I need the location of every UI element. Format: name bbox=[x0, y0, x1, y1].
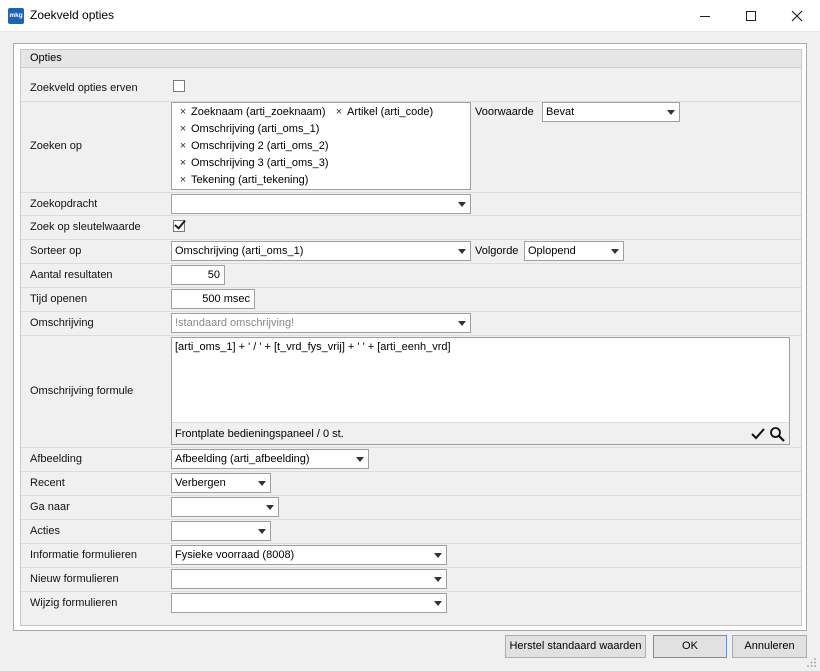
result-count-input[interactable]: 50 bbox=[171, 265, 225, 285]
ok-button[interactable]: OK bbox=[653, 635, 727, 658]
goto-select[interactable] bbox=[171, 497, 279, 517]
chevron-down-icon bbox=[434, 553, 442, 558]
minimize-icon bbox=[700, 15, 710, 17]
sort-select[interactable]: Omschrijving (arti_oms_1) bbox=[171, 241, 471, 261]
description-select[interactable]: !standaard omschrijving! bbox=[171, 313, 471, 333]
row-search-key: Zoek op sleutelwaarde bbox=[21, 216, 801, 240]
minimize-button[interactable] bbox=[682, 0, 728, 32]
row-goto: Ga naar bbox=[21, 496, 801, 520]
chevron-down-icon bbox=[434, 577, 442, 582]
open-time-input[interactable]: 500 msec bbox=[171, 289, 255, 309]
edit-forms-select[interactable] bbox=[171, 593, 447, 613]
chevron-down-icon bbox=[434, 601, 442, 606]
remove-token-icon[interactable]: × bbox=[178, 174, 188, 186]
description-formula-label: Omschrijving formule bbox=[30, 385, 134, 397]
row-open-time: Tijd openen bbox=[21, 288, 801, 312]
search-icon[interactable] bbox=[769, 426, 785, 442]
chevron-down-icon bbox=[458, 202, 466, 207]
search-token[interactable]: × Artikel (arti_code) bbox=[334, 106, 433, 118]
maximize-icon bbox=[746, 11, 756, 21]
open-time-label: Tijd openen bbox=[30, 293, 88, 305]
mkg-logo-icon: mkg bbox=[8, 8, 24, 24]
edit-forms-label: Wijzig formulieren bbox=[30, 597, 118, 609]
search-command-label: Zoekopdracht bbox=[30, 198, 98, 210]
inherit-label: Zoekveld opties erven bbox=[30, 82, 138, 94]
search-token[interactable]: × Omschrijving 3 (arti_oms_3) bbox=[178, 157, 329, 169]
chevron-down-icon bbox=[356, 457, 364, 462]
search-on-label: Zoeken op bbox=[30, 140, 82, 152]
formula-preview-bar: Frontplate bedieningspaneel / 0 st. bbox=[172, 422, 789, 444]
section-header: Opties bbox=[21, 50, 801, 68]
remove-token-icon[interactable]: × bbox=[178, 123, 188, 135]
close-button[interactable] bbox=[774, 0, 820, 32]
formula-editor[interactable]: [arti_oms_1] + ' / ' + [t_vrd_fys_vrij] … bbox=[171, 337, 790, 445]
inherit-checkbox[interactable] bbox=[173, 80, 185, 92]
chevron-down-icon bbox=[667, 110, 675, 115]
chevron-down-icon bbox=[258, 481, 266, 486]
reset-defaults-button[interactable]: Herstel standaard waarden bbox=[505, 635, 646, 658]
chevron-down-icon bbox=[266, 505, 274, 510]
remove-token-icon[interactable]: × bbox=[178, 157, 188, 169]
search-key-checkbox[interactable] bbox=[173, 220, 185, 232]
actions-select[interactable] bbox=[171, 521, 271, 541]
result-count-label: Aantal resultaten bbox=[30, 269, 113, 281]
description-label: Omschrijving bbox=[30, 317, 94, 329]
remove-token-icon[interactable]: × bbox=[178, 106, 188, 118]
remove-token-icon[interactable]: × bbox=[178, 140, 188, 152]
new-forms-select[interactable] bbox=[171, 569, 447, 589]
remove-token-icon[interactable]: × bbox=[334, 106, 344, 118]
actions-label: Acties bbox=[30, 525, 60, 537]
close-icon bbox=[791, 10, 803, 22]
new-forms-label: Nieuw formulieren bbox=[30, 573, 119, 585]
order-select[interactable]: Oplopend bbox=[524, 241, 624, 261]
goto-label: Ga naar bbox=[30, 501, 70, 513]
search-key-label: Zoek op sleutelwaarde bbox=[30, 221, 141, 233]
search-token[interactable]: × Omschrijving 2 (arti_oms_2) bbox=[178, 140, 329, 152]
resize-grip-icon[interactable] bbox=[807, 658, 817, 668]
chevron-down-icon bbox=[611, 249, 619, 254]
sort-label: Sorteer op bbox=[30, 245, 82, 257]
title-bar: mkg Zoekveld opties bbox=[0, 0, 820, 32]
info-forms-select[interactable]: Fysieke voorraad (8008) bbox=[171, 545, 447, 565]
formula-preview: Frontplate bedieningspaneel / 0 st. bbox=[175, 428, 344, 440]
search-token[interactable]: × Tekening (arti_tekening) bbox=[178, 174, 309, 186]
row-actions: Acties bbox=[21, 520, 801, 544]
chevron-down-icon bbox=[458, 249, 466, 254]
chevron-down-icon bbox=[258, 529, 266, 534]
order-label: Volgorde bbox=[475, 245, 519, 257]
row-result-count: Aantal resultaten bbox=[21, 264, 801, 288]
row-image: Afbeelding bbox=[21, 448, 801, 472]
window-title: Zoekveld opties bbox=[30, 8, 115, 22]
condition-label: Voorwaarde bbox=[475, 106, 534, 118]
maximize-button[interactable] bbox=[728, 0, 774, 32]
recent-label: Recent bbox=[30, 477, 65, 489]
row-inherit: Zoekveld opties erven bbox=[21, 69, 801, 102]
recent-select[interactable]: Verbergen bbox=[171, 473, 271, 493]
search-on-field[interactable]: × Zoeknaam (arti_zoeknaam) × Artikel (arti… bbox=[171, 102, 471, 190]
search-command-select[interactable] bbox=[171, 194, 471, 214]
row-recent: Recent bbox=[21, 472, 801, 496]
formula-code: [arti_oms_1] + ' / ' + [t_vrd_fys_vrij] … bbox=[175, 341, 451, 353]
search-token[interactable]: × Omschrijving (arti_oms_1) bbox=[178, 123, 320, 135]
search-token[interactable]: × Zoeknaam (arti_zoeknaam) bbox=[178, 106, 326, 118]
image-label: Afbeelding bbox=[30, 453, 82, 465]
cancel-button[interactable]: Annuleren bbox=[732, 635, 807, 658]
chevron-down-icon bbox=[458, 321, 466, 326]
info-forms-label: Informatie formulieren bbox=[30, 549, 137, 561]
checkmark-icon[interactable] bbox=[751, 427, 765, 441]
section-title: Opties bbox=[30, 52, 62, 64]
condition-select[interactable]: Bevat bbox=[542, 102, 680, 122]
image-select[interactable]: Afbeelding (arti_afbeelding) bbox=[171, 449, 369, 469]
